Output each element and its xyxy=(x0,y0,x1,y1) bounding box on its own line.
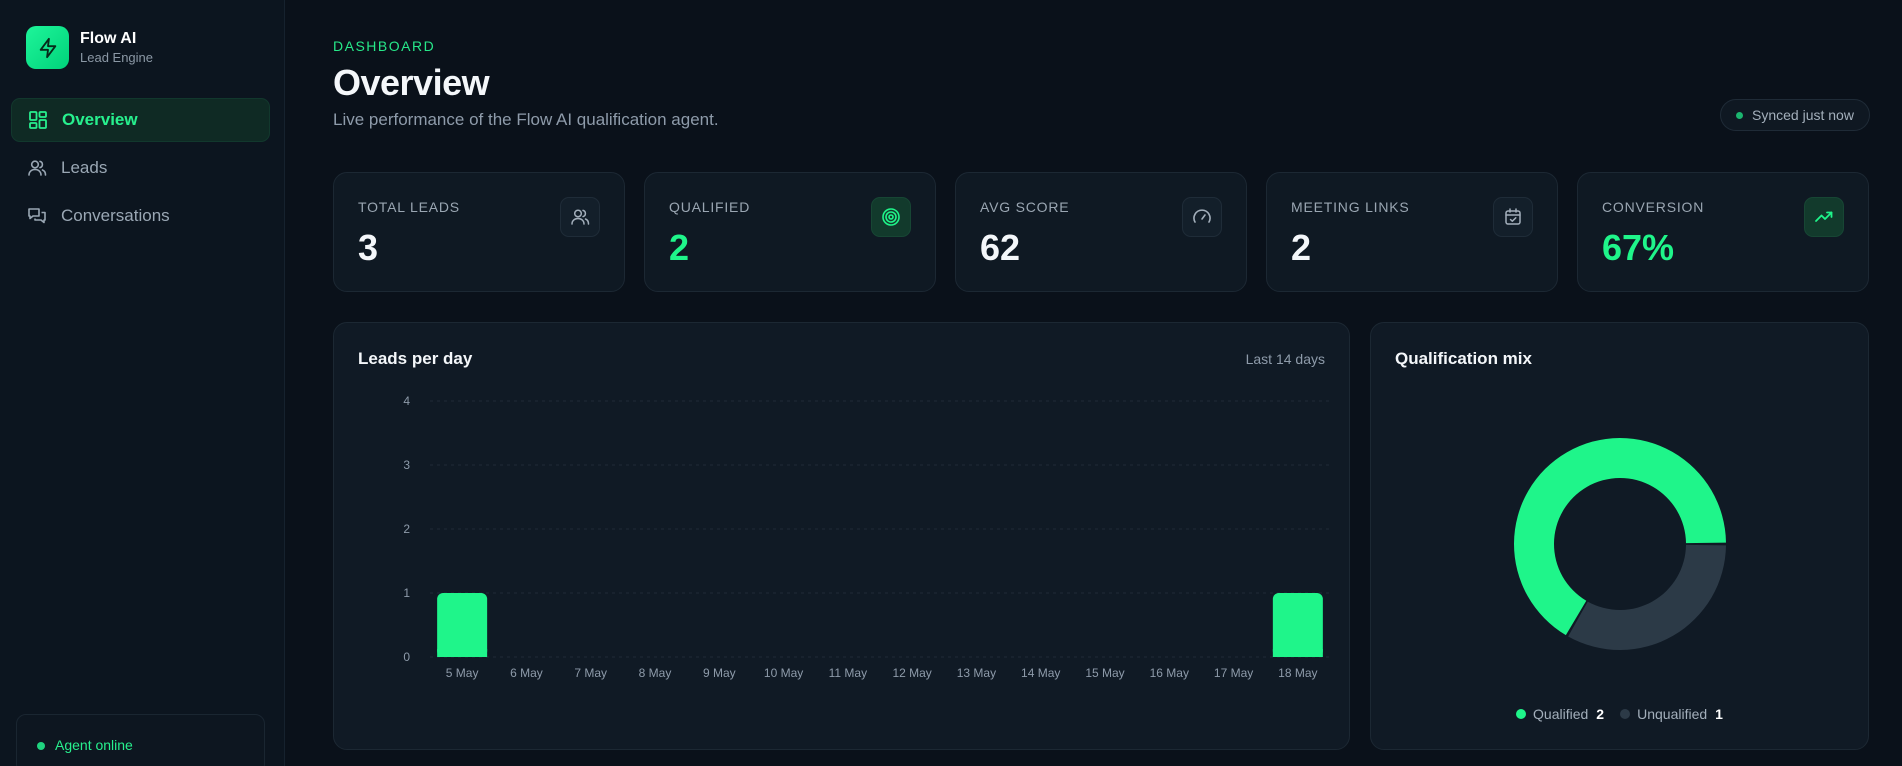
status-dot xyxy=(37,742,45,750)
sidebar-item-overview[interactable]: Overview xyxy=(11,98,270,142)
grid-icon xyxy=(28,110,48,130)
stat-label: QUALIFIED xyxy=(669,199,751,215)
stat-label: MEETING LINKS xyxy=(1291,199,1410,215)
stat-card-meeting-links: MEETING LINKS 2 xyxy=(1266,172,1558,292)
page-subtitle: Live performance of the Flow AI qualific… xyxy=(333,110,719,129)
qualification-mix-chart xyxy=(1514,437,1726,650)
stat-label: CONVERSION xyxy=(1602,199,1705,215)
users-icon xyxy=(27,158,47,178)
leads-per-day-panel: Leads per day Last 14 days 012345 May 6 M… xyxy=(333,322,1350,750)
stat-label: AVG SCORE xyxy=(980,199,1070,215)
status-dot xyxy=(1736,111,1743,119)
bar xyxy=(437,593,488,657)
calendar-check-icon xyxy=(1493,197,1533,237)
target-icon xyxy=(871,197,911,237)
stat-card-avg-score: AVG SCORE 62 xyxy=(955,172,1247,292)
legend-label: Qualified xyxy=(1533,706,1589,722)
sidebar-item-label: Overview xyxy=(62,110,138,129)
x-tick-label: 17 May xyxy=(1214,666,1253,680)
bar xyxy=(1272,593,1323,657)
y-tick-label: 1 xyxy=(403,586,410,600)
gauge-icon xyxy=(1182,197,1222,237)
legend-swatch xyxy=(1516,709,1527,719)
stat-card-qualified: QUALIFIED 2 xyxy=(644,172,936,292)
x-tick-label: 13 May xyxy=(957,666,996,680)
stat-value: 2 xyxy=(669,227,690,268)
x-tick-label: 9 May xyxy=(703,666,736,680)
y-tick-label: 3 xyxy=(403,458,410,472)
x-tick-label: 14 May xyxy=(1021,666,1060,680)
stat-value: 62 xyxy=(980,227,1021,268)
chat-icon xyxy=(27,206,47,226)
y-tick-label: 4 xyxy=(403,394,410,408)
chart-legend: Qualified 2 Unqualified 1 xyxy=(1371,706,1868,722)
sidebar-item-conversations[interactable]: Conversations xyxy=(11,194,270,238)
donut-slice-unqualified xyxy=(1568,544,1726,650)
brand-subtitle: Lead Engine xyxy=(80,49,154,65)
sidebar: Flow AI Lead Engine Overview Leads Conve… xyxy=(0,0,285,766)
x-tick-label: 8 May xyxy=(639,666,672,680)
stat-card-conversion: CONVERSION 67% xyxy=(1577,172,1869,292)
x-tick-label: 18 May xyxy=(1278,666,1317,680)
agent-status-label: Agent online xyxy=(55,737,133,753)
x-tick-label: 15 May xyxy=(1085,666,1124,680)
stat-label: TOTAL LEADS xyxy=(358,199,460,215)
sidebar-nav: Overview Leads Conversations xyxy=(11,98,270,242)
sidebar-item-label: Conversations xyxy=(61,206,170,225)
x-tick-label: 16 May xyxy=(1150,666,1189,680)
x-tick-label: 5 May xyxy=(446,666,479,680)
legend-count: 1 xyxy=(1715,706,1723,722)
y-tick-label: 2 xyxy=(403,522,410,536)
x-tick-label: 6 May xyxy=(510,666,543,680)
sync-status-badge: Synced just now xyxy=(1720,99,1870,131)
stat-card-total-leads: TOTAL LEADS 3 xyxy=(333,172,625,292)
users-icon xyxy=(560,197,600,237)
x-tick-label: 11 May xyxy=(829,666,867,680)
trending-up-icon xyxy=(1804,197,1844,237)
x-tick-label: 12 May xyxy=(892,666,931,680)
x-tick-label: 7 May xyxy=(574,666,607,680)
bar-base xyxy=(1272,649,1323,657)
legend-item-qualified: Qualified 2 xyxy=(1516,706,1604,722)
qualification-mix-panel: Qualification mix Qualified 2 Unqualifie… xyxy=(1370,322,1869,750)
section-eyebrow: DASHBOARD xyxy=(333,38,436,54)
x-tick-label: 10 May xyxy=(764,666,803,680)
bar-base xyxy=(437,649,488,657)
bolt-icon xyxy=(26,26,69,69)
sidebar-item-leads[interactable]: Leads xyxy=(11,146,270,190)
sync-status-label: Synced just now xyxy=(1752,107,1854,123)
legend-item-unqualified: Unqualified 1 xyxy=(1620,706,1723,722)
agent-status: Agent online xyxy=(16,714,265,766)
stat-value: 67% xyxy=(1602,227,1675,268)
legend-count: 2 xyxy=(1596,706,1605,722)
legend-label: Unqualified xyxy=(1637,706,1708,722)
sidebar-item-label: Leads xyxy=(61,158,108,177)
stat-value: 3 xyxy=(358,227,379,268)
stat-value: 2 xyxy=(1291,227,1312,268)
y-tick-label: 0 xyxy=(403,650,410,664)
brand-name: Flow AI xyxy=(80,29,137,47)
legend-swatch xyxy=(1620,709,1631,719)
page-title: Overview xyxy=(333,62,490,103)
leads-per-day-chart: 0 1 2 3 4 5 May 6 May 7 May 8 May 9 May 10 May 11 M… xyxy=(403,394,1330,680)
brand[interactable]: Flow AI Lead Engine xyxy=(26,26,153,69)
